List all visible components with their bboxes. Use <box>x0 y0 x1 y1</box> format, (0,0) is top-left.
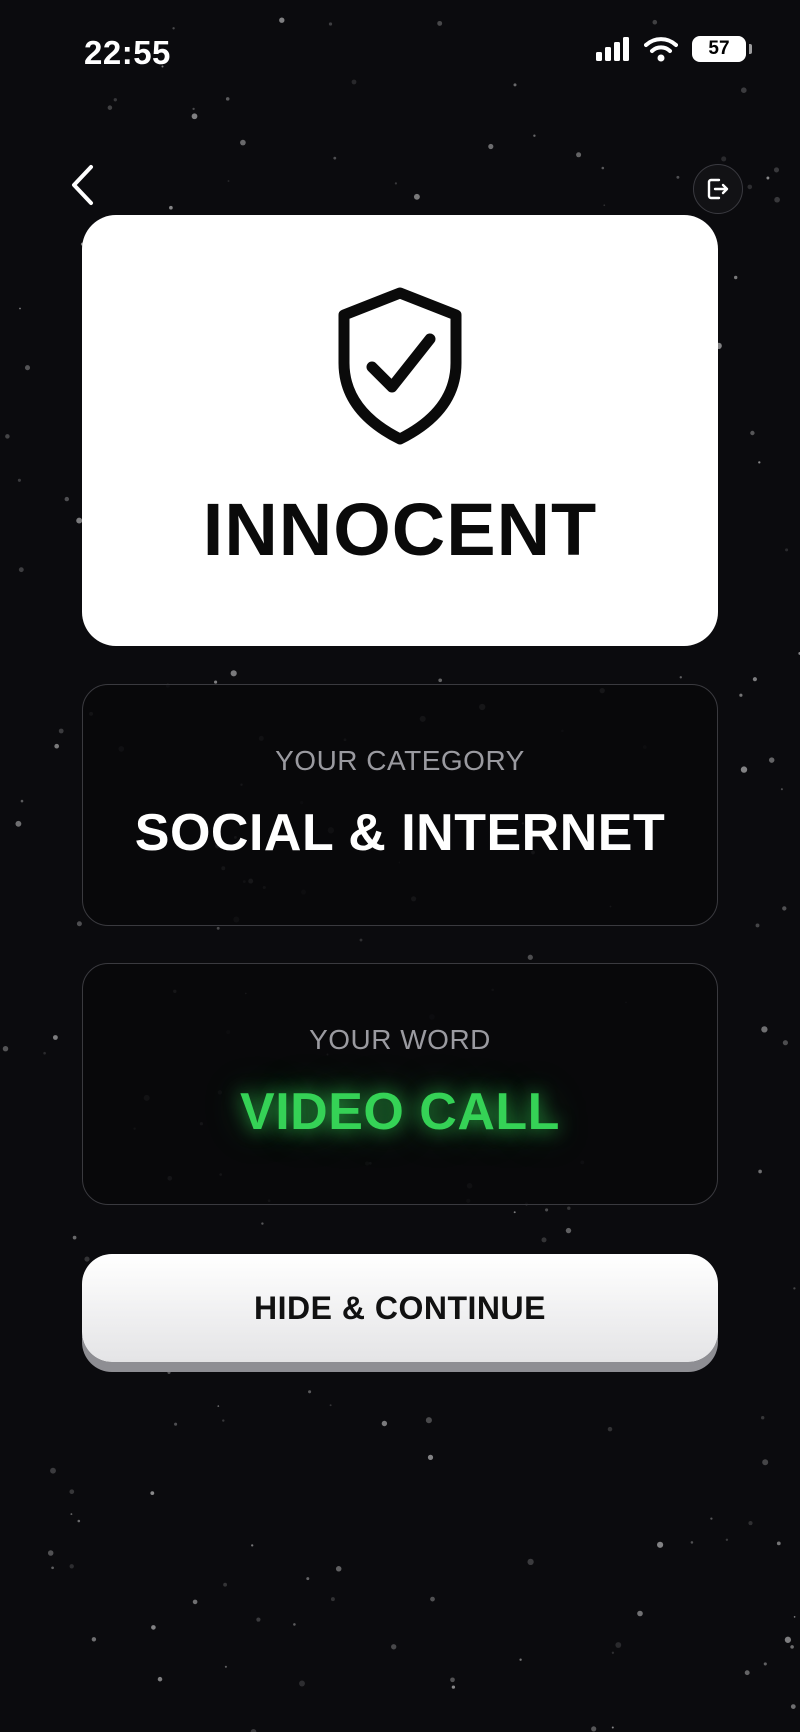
exit-button[interactable] <box>693 164 743 214</box>
word-card: YOUR WORD VIDEO CALL <box>82 963 718 1205</box>
wifi-icon <box>644 37 678 62</box>
category-value: SOCIAL & INTERNET <box>134 804 666 862</box>
category-label: YOUR CATEGORY <box>275 745 525 776</box>
word-value: VIDEO CALL <box>240 1083 560 1141</box>
status-time: 22:55 <box>84 34 171 71</box>
battery-indicator: 57 <box>692 36 752 62</box>
cellular-signal-icon <box>596 37 629 61</box>
back-button[interactable] <box>62 160 102 210</box>
status-icons: 57 <box>596 36 752 62</box>
exit-icon <box>707 178 729 200</box>
battery-level: 57 <box>708 38 730 59</box>
word-label: YOUR WORD <box>309 1024 491 1055</box>
role-reveal-screen: 22:55 57 INNOCENT YOUR CATEGORY SOCIAL &… <box>0 0 800 1732</box>
role-title: INNOCENT <box>202 488 598 571</box>
category-card: YOUR CATEGORY SOCIAL & INTERNET <box>82 684 718 926</box>
hide-continue-button[interactable]: HIDE & CONTINUE <box>82 1254 718 1362</box>
chevron-left-icon <box>72 165 93 205</box>
shield-check-icon <box>338 287 462 445</box>
role-card: INNOCENT <box>82 215 718 646</box>
